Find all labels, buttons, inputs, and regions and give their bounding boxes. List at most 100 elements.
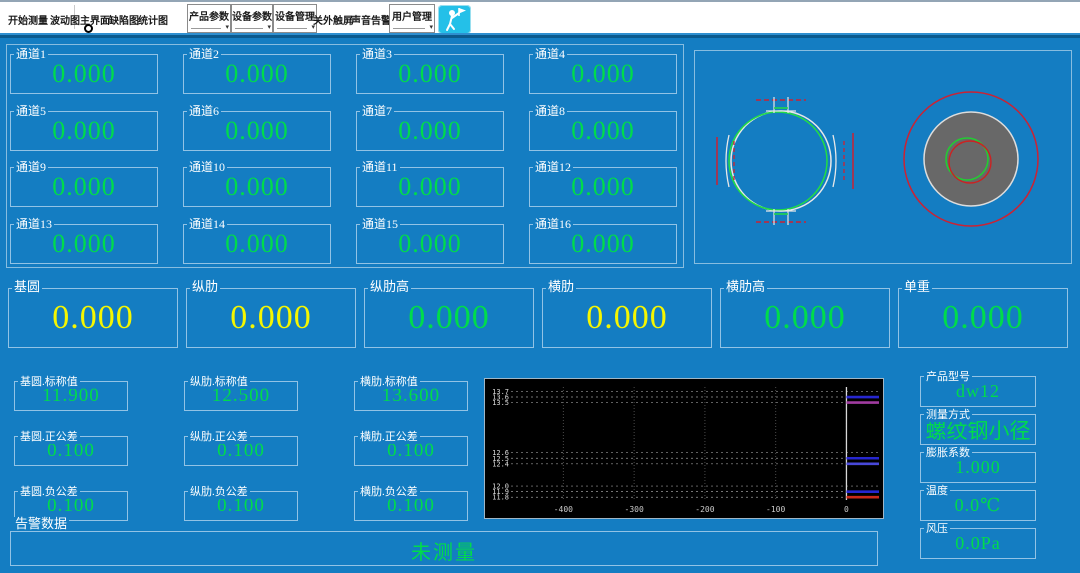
svg-text:-300: -300 [625, 505, 644, 514]
info-field[interactable]: 温度 0.0℃ [920, 490, 1036, 521]
measurement-label: 基圆 [12, 280, 42, 294]
svg-text:13.5: 13.5 [492, 399, 509, 407]
param-field[interactable]: 纵肋.负公差 0.100 [184, 491, 298, 521]
info-label: 膨胀系数 [924, 446, 972, 460]
info-field[interactable]: 测量方式 螺纹钢小径 [920, 414, 1036, 445]
measurement-box: 基圆 0.000 [8, 288, 178, 348]
measurements-row: 基圆 0.000 纵肋 0.000 纵肋高 0.000 横肋 0.000 横肋高… [8, 288, 1068, 348]
channel-box: 通道8 0.000 [529, 111, 677, 151]
channel-label: 通道8 [533, 104, 567, 118]
param-label: 基圆.标称值 [18, 375, 80, 389]
param-field[interactable]: 基圆.正公差 0.100 [14, 436, 128, 466]
param-field[interactable]: 横肋.标称值 13.600 [354, 381, 468, 411]
channel-box: 通道14 0.000 [183, 224, 331, 264]
svg-text:-200: -200 [695, 505, 714, 514]
channel-box: 通道9 0.000 [10, 167, 158, 207]
svg-text:-400: -400 [554, 505, 573, 514]
measurement-status: 未测量 [11, 536, 877, 565]
channel-label: 通道13 [14, 217, 54, 231]
alarm-data-box: 告警数据 未测量 [10, 531, 878, 566]
measurement-box: 单重 0.000 [898, 288, 1068, 348]
info-label: 测量方式 [924, 408, 972, 422]
info-label: 温度 [924, 484, 950, 498]
param-field[interactable]: 基圆.标称值 11.900 [14, 381, 128, 411]
channel-label: 通道14 [187, 217, 227, 231]
info-field[interactable]: 膨胀系数 1.000 [920, 452, 1036, 483]
param-field[interactable]: 横肋.正公差 0.100 [354, 436, 468, 466]
channel-label: 通道15 [360, 217, 400, 231]
measurement-box: 纵肋 0.000 [186, 288, 356, 348]
person-with-flag-icon[interactable] [438, 5, 471, 34]
section-view-panel [694, 50, 1072, 264]
trend-chart: -400-300-200-100013.713.613.512.612.512.… [484, 378, 884, 519]
channel-label: 通道2 [187, 47, 221, 61]
channel-label: 通道12 [533, 160, 573, 174]
measurement-value: 0.000 [187, 289, 355, 347]
channel-box: 通道6 0.000 [183, 111, 331, 151]
channel-box: 通道10 0.000 [183, 167, 331, 207]
param-label: 基圆.负公差 [18, 485, 80, 499]
channel-box: 通道1 0.000 [10, 54, 158, 94]
info-label: 产品型号 [924, 370, 972, 384]
param-field[interactable]: 纵肋.标称值 12.500 [184, 381, 298, 411]
channel-box: 通道13 0.000 [10, 224, 158, 264]
channel-box: 通道11 0.000 [356, 167, 504, 207]
measurement-value: 0.000 [721, 289, 889, 347]
measurement-label: 横肋 [546, 280, 576, 294]
channel-box: 通道5 0.000 [10, 111, 158, 151]
measurement-label: 纵肋高 [368, 280, 411, 294]
channel-box: 通道7 0.000 [356, 111, 504, 151]
channel-box: 通道4 0.000 [529, 54, 677, 94]
toolbar-toggle[interactable]: 关外触屏 [313, 12, 353, 27]
param-label: 横肋.负公差 [358, 485, 420, 499]
outer-profile-circle [731, 111, 831, 211]
parameters-grid: 基圆.标称值 11.900 纵肋.标称值 12.500 横肋.标称值 13.60… [14, 381, 468, 521]
chevron-down-icon: ▾ [429, 24, 433, 32]
param-label: 纵肋.负公差 [188, 485, 250, 499]
channel-label: 通道4 [533, 47, 567, 61]
channel-label: 通道5 [14, 104, 48, 118]
trend-chart-canvas: -400-300-200-100013.713.613.512.612.512.… [485, 379, 883, 518]
dropdown-line [393, 28, 425, 29]
channel-box: 通道16 0.000 [529, 224, 677, 264]
toolbar-toggles: 关外触屏声音告警 [0, 2, 1080, 33]
channels-grid: 通道1 0.000 通道2 0.000 通道3 0.000 通道4 0.000 … [10, 54, 677, 264]
measurement-box: 纵肋高 0.000 [364, 288, 534, 348]
info-label: 风压 [924, 522, 950, 536]
bar-body-circle [924, 112, 1018, 206]
param-label: 横肋.正公差 [358, 430, 420, 444]
product-info-panel: 产品型号 dw12 测量方式 螺纹钢小径 膨胀系数 1.000 温度 0.0℃ … [920, 376, 1036, 559]
toolbar: 开始测量波动图主界面缺陷图统计图 产品参数 ▾ 设备参数 ▾ 设备管理 ▾ 关外… [0, 0, 1080, 33]
measurement-value: 0.000 [543, 289, 711, 347]
param-field[interactable]: 横肋.负公差 0.100 [354, 491, 468, 521]
toolbar-toggle[interactable]: 声音告警 [351, 12, 391, 27]
dropdown-label: 用户管理 [390, 8, 434, 23]
param-label: 基圆.正公差 [18, 430, 80, 444]
channel-label: 通道7 [360, 104, 394, 118]
channel-label: 通道9 [14, 160, 48, 174]
channel-label: 通道6 [187, 104, 221, 118]
param-field[interactable]: 纵肋.正公差 0.100 [184, 436, 298, 466]
info-field[interactable]: 产品型号 dw12 [920, 376, 1036, 407]
channel-box: 通道3 0.000 [356, 54, 504, 94]
toolbar-underline [0, 33, 1080, 38]
channel-label: 通道1 [14, 47, 48, 61]
measurement-value: 0.000 [9, 289, 177, 347]
channel-box: 通道2 0.000 [183, 54, 331, 94]
alarm-label: 告警数据 [13, 517, 69, 531]
svg-text:0: 0 [844, 505, 849, 514]
measurement-label: 横肋高 [724, 280, 767, 294]
measurement-value: 0.000 [899, 289, 1067, 347]
info-field[interactable]: 风压 0.0Pa [920, 528, 1036, 559]
measurement-box: 横肋 0.000 [542, 288, 712, 348]
user-management-dropdown[interactable]: 用户管理 ▾ [389, 4, 435, 33]
svg-text:11.8: 11.8 [492, 494, 509, 502]
channel-label: 通道11 [360, 160, 400, 174]
channel-label: 通道10 [187, 160, 227, 174]
param-label: 纵肋.正公差 [188, 430, 250, 444]
cross-section-diagram [695, 51, 1071, 263]
measurement-value: 0.000 [365, 289, 533, 347]
param-label: 横肋.标称值 [358, 375, 420, 389]
measurement-box: 横肋高 0.000 [720, 288, 890, 348]
measured-profile-circle [729, 112, 827, 210]
